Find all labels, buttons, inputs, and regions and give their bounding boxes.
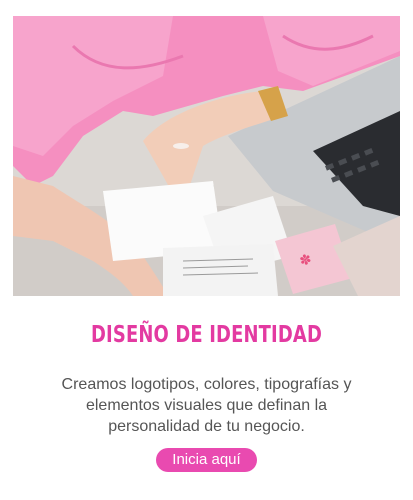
- service-card: ✽ DISEÑO DE IDENTIDAD Creamos logotipos,…: [0, 0, 413, 500]
- start-here-button[interactable]: Inicia aquí: [156, 448, 257, 472]
- photo-illustration: ✽: [13, 16, 400, 296]
- section-description: Creamos logotipos, colores, tipografías …: [61, 376, 352, 435]
- identity-design-photo: ✽: [13, 16, 400, 296]
- section-title: DISEÑO DE IDENTIDAD: [90, 322, 323, 348]
